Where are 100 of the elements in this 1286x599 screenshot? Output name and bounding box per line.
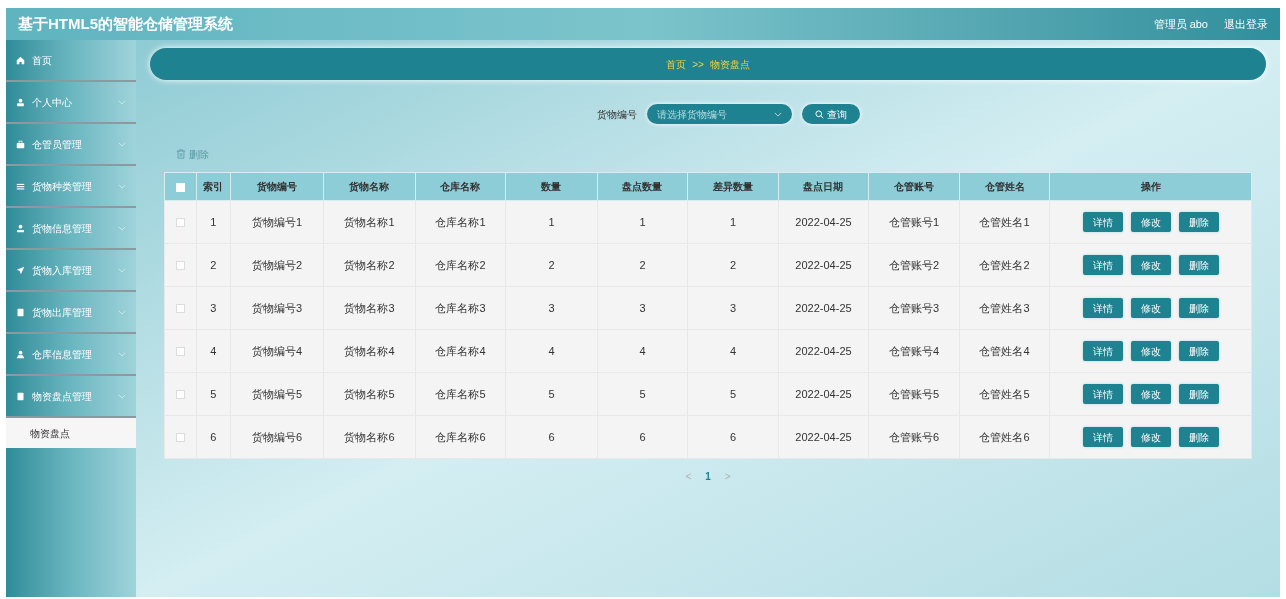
column-header: 操作 (1049, 172, 1252, 201)
checkbox[interactable] (175, 261, 185, 271)
chevron-icon (118, 267, 126, 273)
action-button[interactable]: 修改 (1130, 384, 1171, 404)
chevron-icon (773, 111, 782, 117)
action-button[interactable]: 详情 (1082, 298, 1123, 318)
table-cell: 仓管账号5 (868, 372, 960, 416)
column-header: 仓库名称 (415, 172, 506, 201)
table-cell: 5 (687, 372, 779, 416)
column-header: 盘点日期 (778, 172, 869, 201)
table-cell: 4 (196, 329, 231, 373)
action-button[interactable]: 详情 (1082, 341, 1123, 361)
page-button[interactable]: 1 (705, 469, 711, 484)
search-icon (814, 109, 824, 119)
sidebar-subitem[interactable]: 物资盘点 (6, 418, 136, 448)
action-button[interactable]: 修改 (1130, 341, 1171, 361)
column-header: 货物编号 (230, 172, 324, 201)
checkbox[interactable] (175, 304, 185, 314)
logout-link[interactable]: 退出登录 (1224, 15, 1268, 33)
chevron-icon (118, 393, 126, 399)
table-cell: 1 (687, 200, 779, 244)
table-cell: 1 (196, 200, 231, 244)
table-cell: 货物名称5 (323, 372, 416, 416)
table-cell: 2022-04-25 (778, 415, 869, 459)
action-button[interactable]: 删除 (1178, 212, 1219, 232)
table-cell: 仓管账号2 (868, 243, 960, 287)
table-cell: 仓管姓名1 (959, 200, 1050, 244)
action-button[interactable]: 修改 (1130, 212, 1171, 232)
table-cell: 4 (505, 329, 598, 373)
person-icon (16, 349, 25, 359)
person-icon (16, 97, 25, 107)
checkbox[interactable] (175, 390, 185, 400)
action-button[interactable]: 删除 (1178, 384, 1219, 404)
action-button[interactable]: 删除 (1178, 255, 1219, 275)
table-cell: 2 (597, 243, 688, 287)
table-cell: 6 (687, 415, 779, 459)
table-cell: 仓管姓名5 (959, 372, 1050, 416)
action-button[interactable]: 详情 (1082, 384, 1123, 404)
table-cell: 6 (196, 415, 231, 459)
action-button[interactable]: 修改 (1130, 427, 1171, 447)
table-cell: 货物名称4 (323, 329, 416, 373)
table-cell: 货物编号4 (230, 329, 324, 373)
checkbox[interactable] (175, 347, 185, 357)
action-button[interactable]: 删除 (1178, 298, 1219, 318)
briefcase-icon (16, 139, 25, 149)
action-button[interactable]: 详情 (1082, 212, 1123, 232)
table-cell: 货物编号5 (230, 372, 324, 416)
column-header: 仓管姓名 (959, 172, 1050, 201)
column-header: 差异数量 (687, 172, 779, 201)
user-name: 管理员 abo (1153, 16, 1208, 32)
table-cell: 2022-04-25 (778, 243, 869, 287)
table-cell: 4 (687, 329, 779, 373)
table-cell: 3 (196, 286, 231, 330)
table-cell: 仓库名称2 (415, 243, 506, 287)
home-icon (16, 55, 25, 65)
table-cell: 仓管账号3 (868, 286, 960, 330)
select-field[interactable]: 请选择货物编号 (646, 104, 792, 124)
table-cell: 2 (687, 243, 779, 287)
search-label: 货物编号 (596, 107, 637, 122)
search-button[interactable]: 查询 (801, 104, 860, 124)
column-header: 数量 (505, 172, 598, 201)
breadcrumb-text: 首页 (666, 57, 687, 72)
table-cell: 2022-04-25 (778, 372, 869, 416)
table-cell: 2 (196, 243, 231, 287)
action-button[interactable]: 删除 (1178, 427, 1219, 447)
table-cell: 1 (505, 200, 598, 244)
table-cell: 货物编号6 (230, 415, 324, 459)
table-cell: 仓库名称5 (415, 372, 506, 416)
table-cell: 货物名称6 (323, 415, 416, 459)
table-cell: 5 (505, 372, 598, 416)
action-button[interactable]: 删除 (1178, 341, 1219, 361)
table-cell: 货物名称2 (323, 243, 416, 287)
table-cell: 货物编号1 (230, 200, 324, 244)
table-cell: 仓管姓名4 (959, 329, 1050, 373)
action-button[interactable]: 修改 (1130, 298, 1171, 318)
table-cell: 6 (597, 415, 688, 459)
table-cell: 2022-04-25 (778, 200, 869, 244)
checkbox[interactable] (175, 433, 185, 443)
table-cell: 仓库名称6 (415, 415, 506, 459)
table-cell: 仓管账号4 (868, 329, 960, 373)
app-title: 基于HTML5的智能仓储管理系统 (18, 13, 233, 34)
table-cell: 仓管姓名3 (959, 286, 1050, 330)
chevron-icon (118, 225, 126, 231)
table-cell: 3 (505, 286, 598, 330)
table-cell: 2022-04-25 (778, 286, 869, 330)
table-cell: 货物编号3 (230, 286, 324, 330)
table-cell: 3 (597, 286, 688, 330)
checkbox[interactable] (175, 218, 185, 228)
chevron-icon (118, 309, 126, 315)
chevron-icon (118, 351, 126, 357)
table-cell: 仓库名称4 (415, 329, 506, 373)
table-cell: 2022-04-25 (778, 329, 869, 373)
breadcrumb-text: 物资盘点 (709, 57, 750, 72)
action-button[interactable]: 详情 (1082, 427, 1123, 447)
action-button[interactable]: 详情 (1082, 255, 1123, 275)
table-cell: 货物名称1 (323, 200, 416, 244)
table-cell: 2 (505, 243, 598, 287)
column-header: 仓管账号 (868, 172, 960, 201)
table-cell: 4 (597, 329, 688, 373)
action-button[interactable]: 修改 (1130, 255, 1171, 275)
